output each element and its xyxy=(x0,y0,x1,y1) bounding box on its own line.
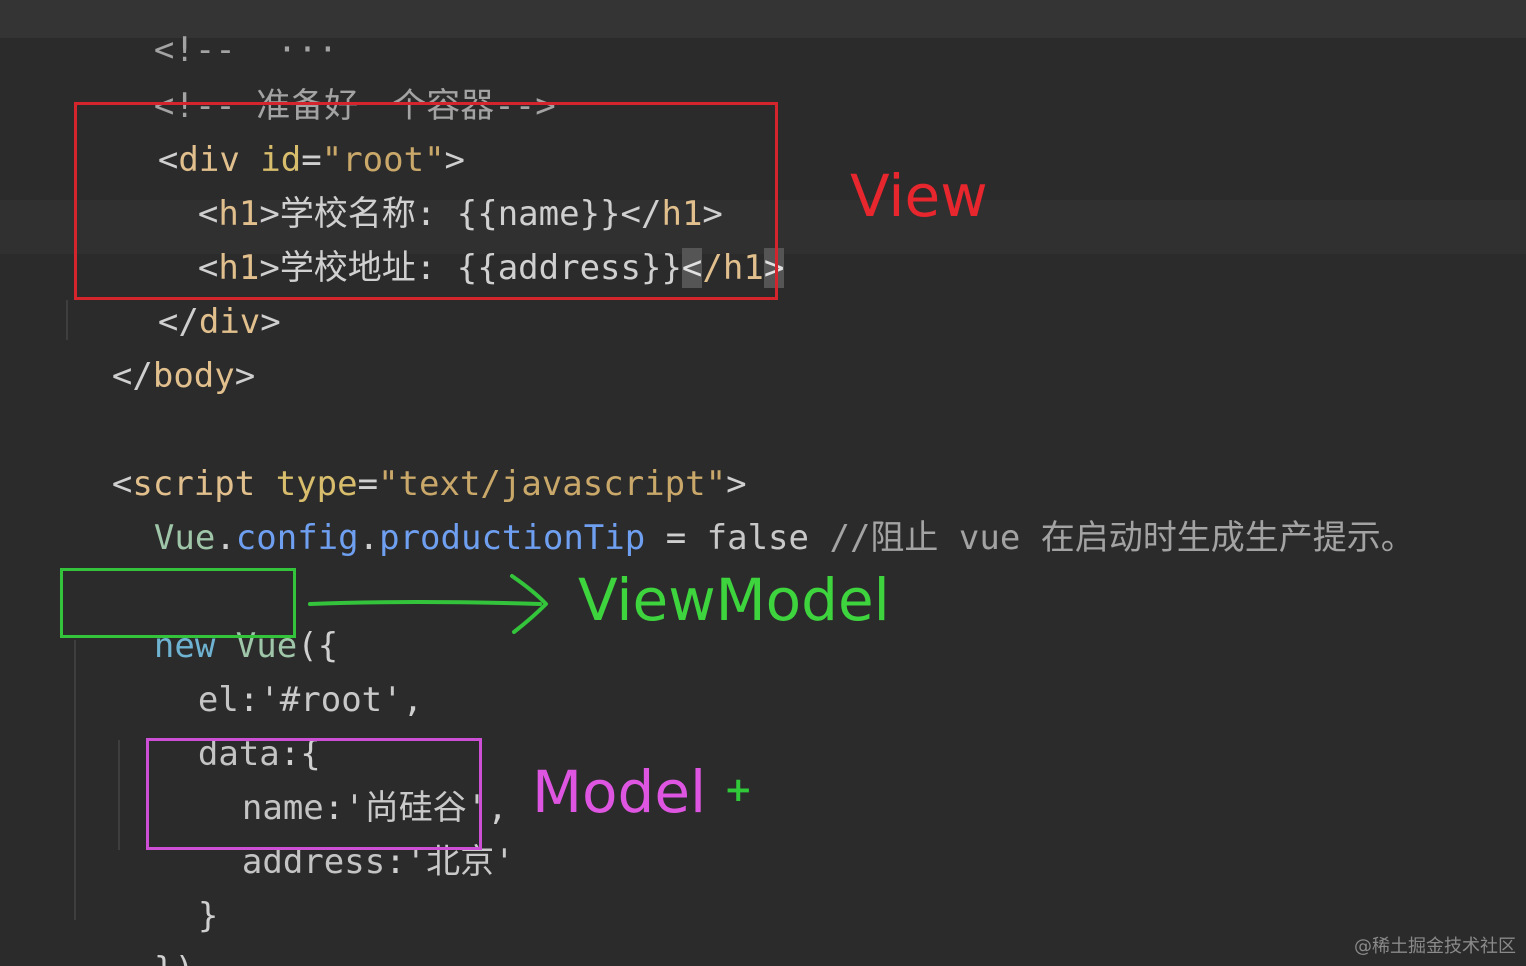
code-line-9: Vue.config.productionTip = false //阻止 vu… xyxy=(72,478,1415,558)
view-label: View xyxy=(850,162,988,230)
code-line-8: <script type="text/javascript"> xyxy=(30,424,747,504)
identifier-vue: Vue xyxy=(153,518,216,558)
code-line-6: </body> xyxy=(30,316,255,396)
watermark: @稀土掘金技术社区 xyxy=(1354,936,1516,957)
code-line-0: <!-- ··· xyxy=(72,0,338,70)
tag-bracket: > xyxy=(260,302,281,342)
dot: . xyxy=(358,518,380,558)
boolean-literal: false xyxy=(706,518,809,558)
dot: . xyxy=(215,518,236,558)
tag-bracket: </ xyxy=(111,356,153,396)
code-line-15: } xyxy=(116,856,218,936)
operator: = xyxy=(645,518,707,558)
viewmodel-highlight-box xyxy=(60,568,296,638)
viewmodel-label: ViewModel xyxy=(578,566,890,634)
code-editor[interactable]: <!-- ··· <!-- 准备好一个容器--> <div id="root">… xyxy=(0,0,1526,966)
code-line-1: <!-- 准备好一个容器--> xyxy=(72,46,556,126)
code-line-11: el:'#root', xyxy=(116,640,423,720)
tag-name: body xyxy=(152,356,235,396)
view-highlight-box xyxy=(74,102,778,300)
model-highlight-box xyxy=(146,738,482,850)
code-line-12: data:{ xyxy=(116,694,321,774)
arrow-right-icon xyxy=(308,574,548,634)
model-label: Model xyxy=(532,758,707,826)
property-config: config xyxy=(235,518,359,558)
line-comment: //阻止 vue 在启动时生成生产提示。 xyxy=(809,518,1415,558)
property-productiontip: productionTip xyxy=(379,518,646,558)
tag-bracket: > xyxy=(234,356,256,396)
code-line-16: }) xyxy=(72,910,195,966)
closing-brace: } xyxy=(197,896,219,936)
plus-icon: + xyxy=(724,770,753,810)
comma: , xyxy=(402,680,424,720)
closing-brace: }) xyxy=(154,950,195,966)
